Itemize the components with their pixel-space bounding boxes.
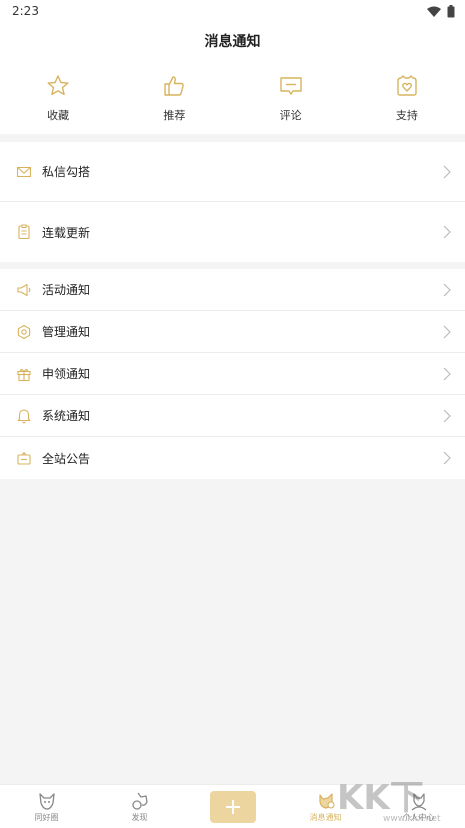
list-item-system-notices[interactable]: 系统通知	[0, 395, 465, 437]
battery-icon	[447, 4, 455, 17]
list-item-label: 系统通知	[42, 409, 91, 423]
fox-person-icon	[411, 792, 426, 811]
bottom-tab-bar: 同好圈 发现 消息通知 个人中心	[0, 784, 465, 828]
list-item-label: 全站公告	[42, 451, 91, 466]
status-icons	[427, 4, 455, 18]
quick-actions: 收藏 推荐 评论 支持	[0, 60, 465, 134]
status-time: 2:23	[12, 4, 39, 18]
list-item-activity-notices[interactable]: 活动通知	[0, 269, 465, 311]
plus-icon	[225, 799, 240, 814]
list-item-private-messages[interactable]: 私信勾搭	[0, 142, 465, 202]
list-item-label: 活动通知	[42, 283, 91, 297]
message-group-primary: 私信勾搭 连载更新	[0, 142, 465, 262]
tab-create[interactable]	[186, 785, 279, 828]
list-item-site-announcements[interactable]: 全站公告	[0, 437, 465, 479]
megaphone-icon	[17, 283, 31, 296]
chevron-right-icon	[443, 325, 451, 338]
quick-action-label: 支持	[395, 109, 418, 122]
mail-icon	[16, 166, 32, 177]
chevron-right-icon	[443, 225, 451, 239]
create-post-button[interactable]	[209, 790, 256, 823]
tab-community[interactable]: 同好圈	[0, 785, 93, 828]
tab-discover[interactable]: 发现	[93, 785, 186, 828]
list-item-label: 申领通知	[42, 367, 91, 381]
tab-label: 发现	[131, 812, 148, 822]
thumbs-up-icon	[164, 76, 185, 96]
tab-label: 个人中心	[402, 812, 435, 822]
fox-bell-icon	[318, 792, 335, 809]
chevron-right-icon	[443, 451, 451, 465]
page-title: 消息通知	[204, 34, 261, 50]
list-item-label: 管理通知	[42, 325, 91, 339]
tab-notifications[interactable]: 消息通知	[279, 785, 372, 828]
star-icon	[47, 75, 69, 96]
comment-icon	[279, 77, 302, 95]
quick-action-recommend[interactable]: 推荐	[116, 60, 232, 134]
quick-action-favorites[interactable]: 收藏	[0, 60, 116, 134]
chevron-right-icon	[443, 409, 451, 422]
fox-discover-icon	[131, 792, 148, 810]
message-group-notifications: 活动通知 管理通知 申领通知 系统通知 全站公告	[0, 269, 465, 479]
tab-label: 消息通知	[309, 812, 342, 822]
list-item-serial-updates[interactable]: 连载更新	[0, 202, 465, 262]
announcement-icon	[17, 451, 31, 465]
list-item-claim-notices[interactable]: 申领通知	[0, 353, 465, 395]
document-icon	[18, 224, 30, 240]
list-item-label: 私信勾搭	[42, 165, 91, 179]
quick-action-support[interactable]: 支持	[349, 60, 465, 134]
bell-icon	[17, 408, 31, 423]
gift-icon	[17, 368, 31, 381]
quick-action-label: 评论	[279, 109, 302, 122]
heart-gift-icon	[397, 75, 417, 96]
chevron-right-icon	[443, 283, 451, 296]
page-header: 消息通知	[0, 22, 465, 60]
chevron-right-icon	[443, 367, 451, 380]
tab-label: 同好圈	[34, 812, 59, 822]
list-item-label: 连载更新	[42, 225, 91, 240]
list-item-admin-notices[interactable]: 管理通知	[0, 311, 465, 353]
hexagon-settings-icon	[17, 324, 31, 339]
tab-profile[interactable]: 个人中心	[372, 785, 465, 828]
chevron-right-icon	[443, 165, 451, 178]
status-bar: 2:23	[0, 0, 465, 22]
quick-action-comments[interactable]: 评论	[233, 60, 349, 134]
wifi-icon	[427, 6, 441, 17]
quick-action-label: 推荐	[163, 109, 186, 122]
fox-icon	[38, 792, 55, 810]
quick-action-label: 收藏	[47, 109, 70, 122]
